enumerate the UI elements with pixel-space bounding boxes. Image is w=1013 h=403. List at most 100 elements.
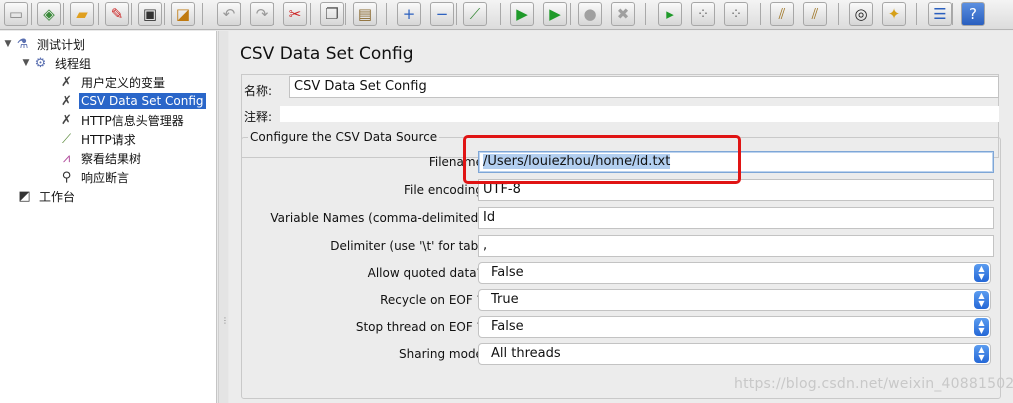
red-highlight-annotation — [463, 135, 741, 184]
open-button[interactable]: ▰ — [70, 2, 94, 26]
delimiter-input[interactable]: , — [478, 235, 994, 257]
tree-item-label: HTTP信息头管理器 — [81, 113, 184, 128]
allow-quoted-select[interactable]: False ▲ ▼ — [478, 262, 991, 284]
tree-item-label: 响应断言 — [81, 170, 130, 185]
delimiter-label: Delimiter (use '\t' for tab): — [330, 239, 487, 253]
paste-icon: ▤ — [357, 4, 373, 23]
listener-chart-icon: ⩘ — [62, 150, 71, 166]
expand-arrow-icon[interactable]: ▼ — [2, 39, 14, 49]
config-wrench-icon: ✗ — [61, 112, 72, 128]
reset-search-icon: ✦ — [887, 4, 901, 23]
sharing-mode-select[interactable]: All threads ▲ ▼ — [478, 343, 991, 365]
cut-button[interactable]: ✂ — [283, 2, 307, 26]
collapse-icon: − — [435, 4, 449, 23]
splitter-grip-icon[interactable]: ⋮ — [221, 316, 229, 325]
clear-icon: ⫽ — [778, 4, 786, 23]
toggle-button[interactable]: ⟋ — [463, 2, 487, 26]
name-label: 名称: — [244, 84, 273, 98]
start-no-pauses-button[interactable]: ▶ — [543, 2, 567, 26]
splitter[interactable]: ⋮ — [218, 31, 229, 403]
collapse-button[interactable]: − — [430, 2, 454, 26]
tree-item-http-header-manager[interactable]: ✗ HTTP信息头管理器 — [58, 111, 186, 129]
help-button[interactable]: ? — [961, 2, 985, 26]
copy-icon: ❐ — [325, 4, 339, 23]
variable-names-input[interactable]: Id — [478, 207, 994, 229]
stop-thread-eof-select[interactable]: False ▲ ▼ — [478, 316, 991, 338]
toolbar-separator — [456, 3, 457, 25]
reset-search-button[interactable]: ✦ — [882, 2, 906, 26]
expand-arrow-icon[interactable]: ▼ — [20, 58, 32, 68]
remote-exit-button[interactable]: ⁘ — [724, 2, 748, 26]
recycle-eof-value: True — [491, 292, 519, 307]
search-button[interactable]: ◎ — [849, 2, 873, 26]
toolbar-separator — [838, 3, 839, 25]
clear-button[interactable]: ⫽ — [770, 2, 794, 26]
toolbar-separator — [645, 3, 646, 25]
stop-icon: ● — [583, 4, 597, 23]
start-button[interactable]: ▶ — [510, 2, 534, 26]
toolbar-separator — [345, 3, 346, 25]
tree-item-http-request[interactable]: ⟋ HTTP请求 — [58, 130, 138, 148]
save-button[interactable]: ▣ — [138, 2, 162, 26]
comment-label: 注释: — [244, 110, 273, 124]
expand-button[interactable]: + — [397, 2, 421, 26]
clear-all-button[interactable]: ⫽ — [803, 2, 827, 26]
save-as-button[interactable]: ◪ — [171, 2, 195, 26]
allow-quoted-value: False — [491, 265, 524, 280]
updown-arrow-icon: ▲ ▼ — [974, 345, 989, 363]
shutdown-icon: ✖ — [616, 4, 630, 23]
config-wrench-icon: ✗ — [61, 93, 72, 109]
search-icon: ◎ — [854, 4, 868, 23]
config-panel: CSV Data Set Config 名称: CSV Data Set Con… — [229, 31, 1013, 403]
start-icon: ▶ — [516, 4, 528, 23]
redo-button[interactable]: ↷ — [250, 2, 274, 26]
remote-start-button[interactable]: ▸ — [658, 2, 682, 26]
watermark: https://blog.csdn.net/weixin_40881502 — [734, 376, 1013, 392]
close-button[interactable]: ✎ — [105, 2, 129, 26]
cut-icon: ✂ — [288, 4, 302, 23]
stop-thread-eof-value: False — [491, 319, 524, 334]
tree-item-label: 测试计划 — [37, 37, 86, 52]
templates-button[interactable]: ◈ — [37, 2, 61, 26]
remote-exit-icon: ⁘ — [729, 4, 743, 23]
undo-button[interactable]: ↶ — [217, 2, 241, 26]
function-helper-icon: ☰ — [933, 4, 947, 23]
remote-stop-icon: ⁘ — [696, 4, 710, 23]
function-helper-button[interactable]: ☰ — [928, 2, 952, 26]
close-icon: ✎ — [110, 4, 124, 23]
recycle-eof-select[interactable]: True ▲ ▼ — [478, 289, 991, 311]
new-button[interactable]: ▭ — [4, 2, 28, 26]
tree-item-thread-group[interactable]: ▼ ⚙ 线程组 — [20, 54, 93, 72]
paste-button[interactable]: ▤ — [353, 2, 377, 26]
new-icon: ▭ — [8, 4, 24, 23]
config-wrench-icon: ✗ — [61, 74, 72, 90]
tree-item-label: 工作台 — [39, 189, 76, 204]
comment-input[interactable] — [280, 106, 999, 122]
toolbar-separator — [570, 3, 571, 25]
toolbar-separator — [63, 3, 64, 25]
sharing-mode-value: All threads — [491, 346, 561, 361]
toolbar-separator — [760, 3, 761, 25]
save-as-icon: ◪ — [175, 4, 191, 23]
toolbar-separator — [500, 3, 501, 25]
tree-item-label: 用户定义的变量 — [81, 75, 166, 90]
tree-item-csv-data-set-config[interactable]: ✗ CSV Data Set Config — [58, 92, 206, 110]
toolbar-separator — [386, 3, 387, 25]
templates-icon: ◈ — [43, 4, 55, 23]
shutdown-button[interactable]: ✖ — [611, 2, 635, 26]
tree-item-test-plan[interactable]: ▼ ⚗ 测试计划 — [2, 35, 87, 53]
tree-item-view-results-tree[interactable]: ⩘ 察看结果树 — [58, 149, 143, 167]
tree-item-user-variables[interactable]: ✗ 用户定义的变量 — [58, 73, 167, 91]
allow-quoted-label: Allow quoted data?: — [367, 266, 487, 280]
stop-thread-eof-label: Stop thread on EOF ?: — [355, 320, 487, 334]
updown-arrow-icon: ▲ ▼ — [974, 291, 989, 309]
tree-item-response-assertion[interactable]: ⚲ 响应断言 — [58, 168, 131, 186]
assertion-magnifier-icon: ⚲ — [61, 169, 72, 185]
stop-button[interactable]: ● — [578, 2, 602, 26]
tree-item-label: CSV Data Set Config — [79, 93, 206, 109]
name-input[interactable]: CSV Data Set Config — [289, 76, 999, 98]
copy-button[interactable]: ❐ — [320, 2, 344, 26]
page-title: CSV Data Set Config — [240, 44, 414, 64]
remote-stop-button[interactable]: ⁘ — [691, 2, 715, 26]
tree-item-workbench[interactable]: ◩ 工作台 — [16, 187, 77, 205]
